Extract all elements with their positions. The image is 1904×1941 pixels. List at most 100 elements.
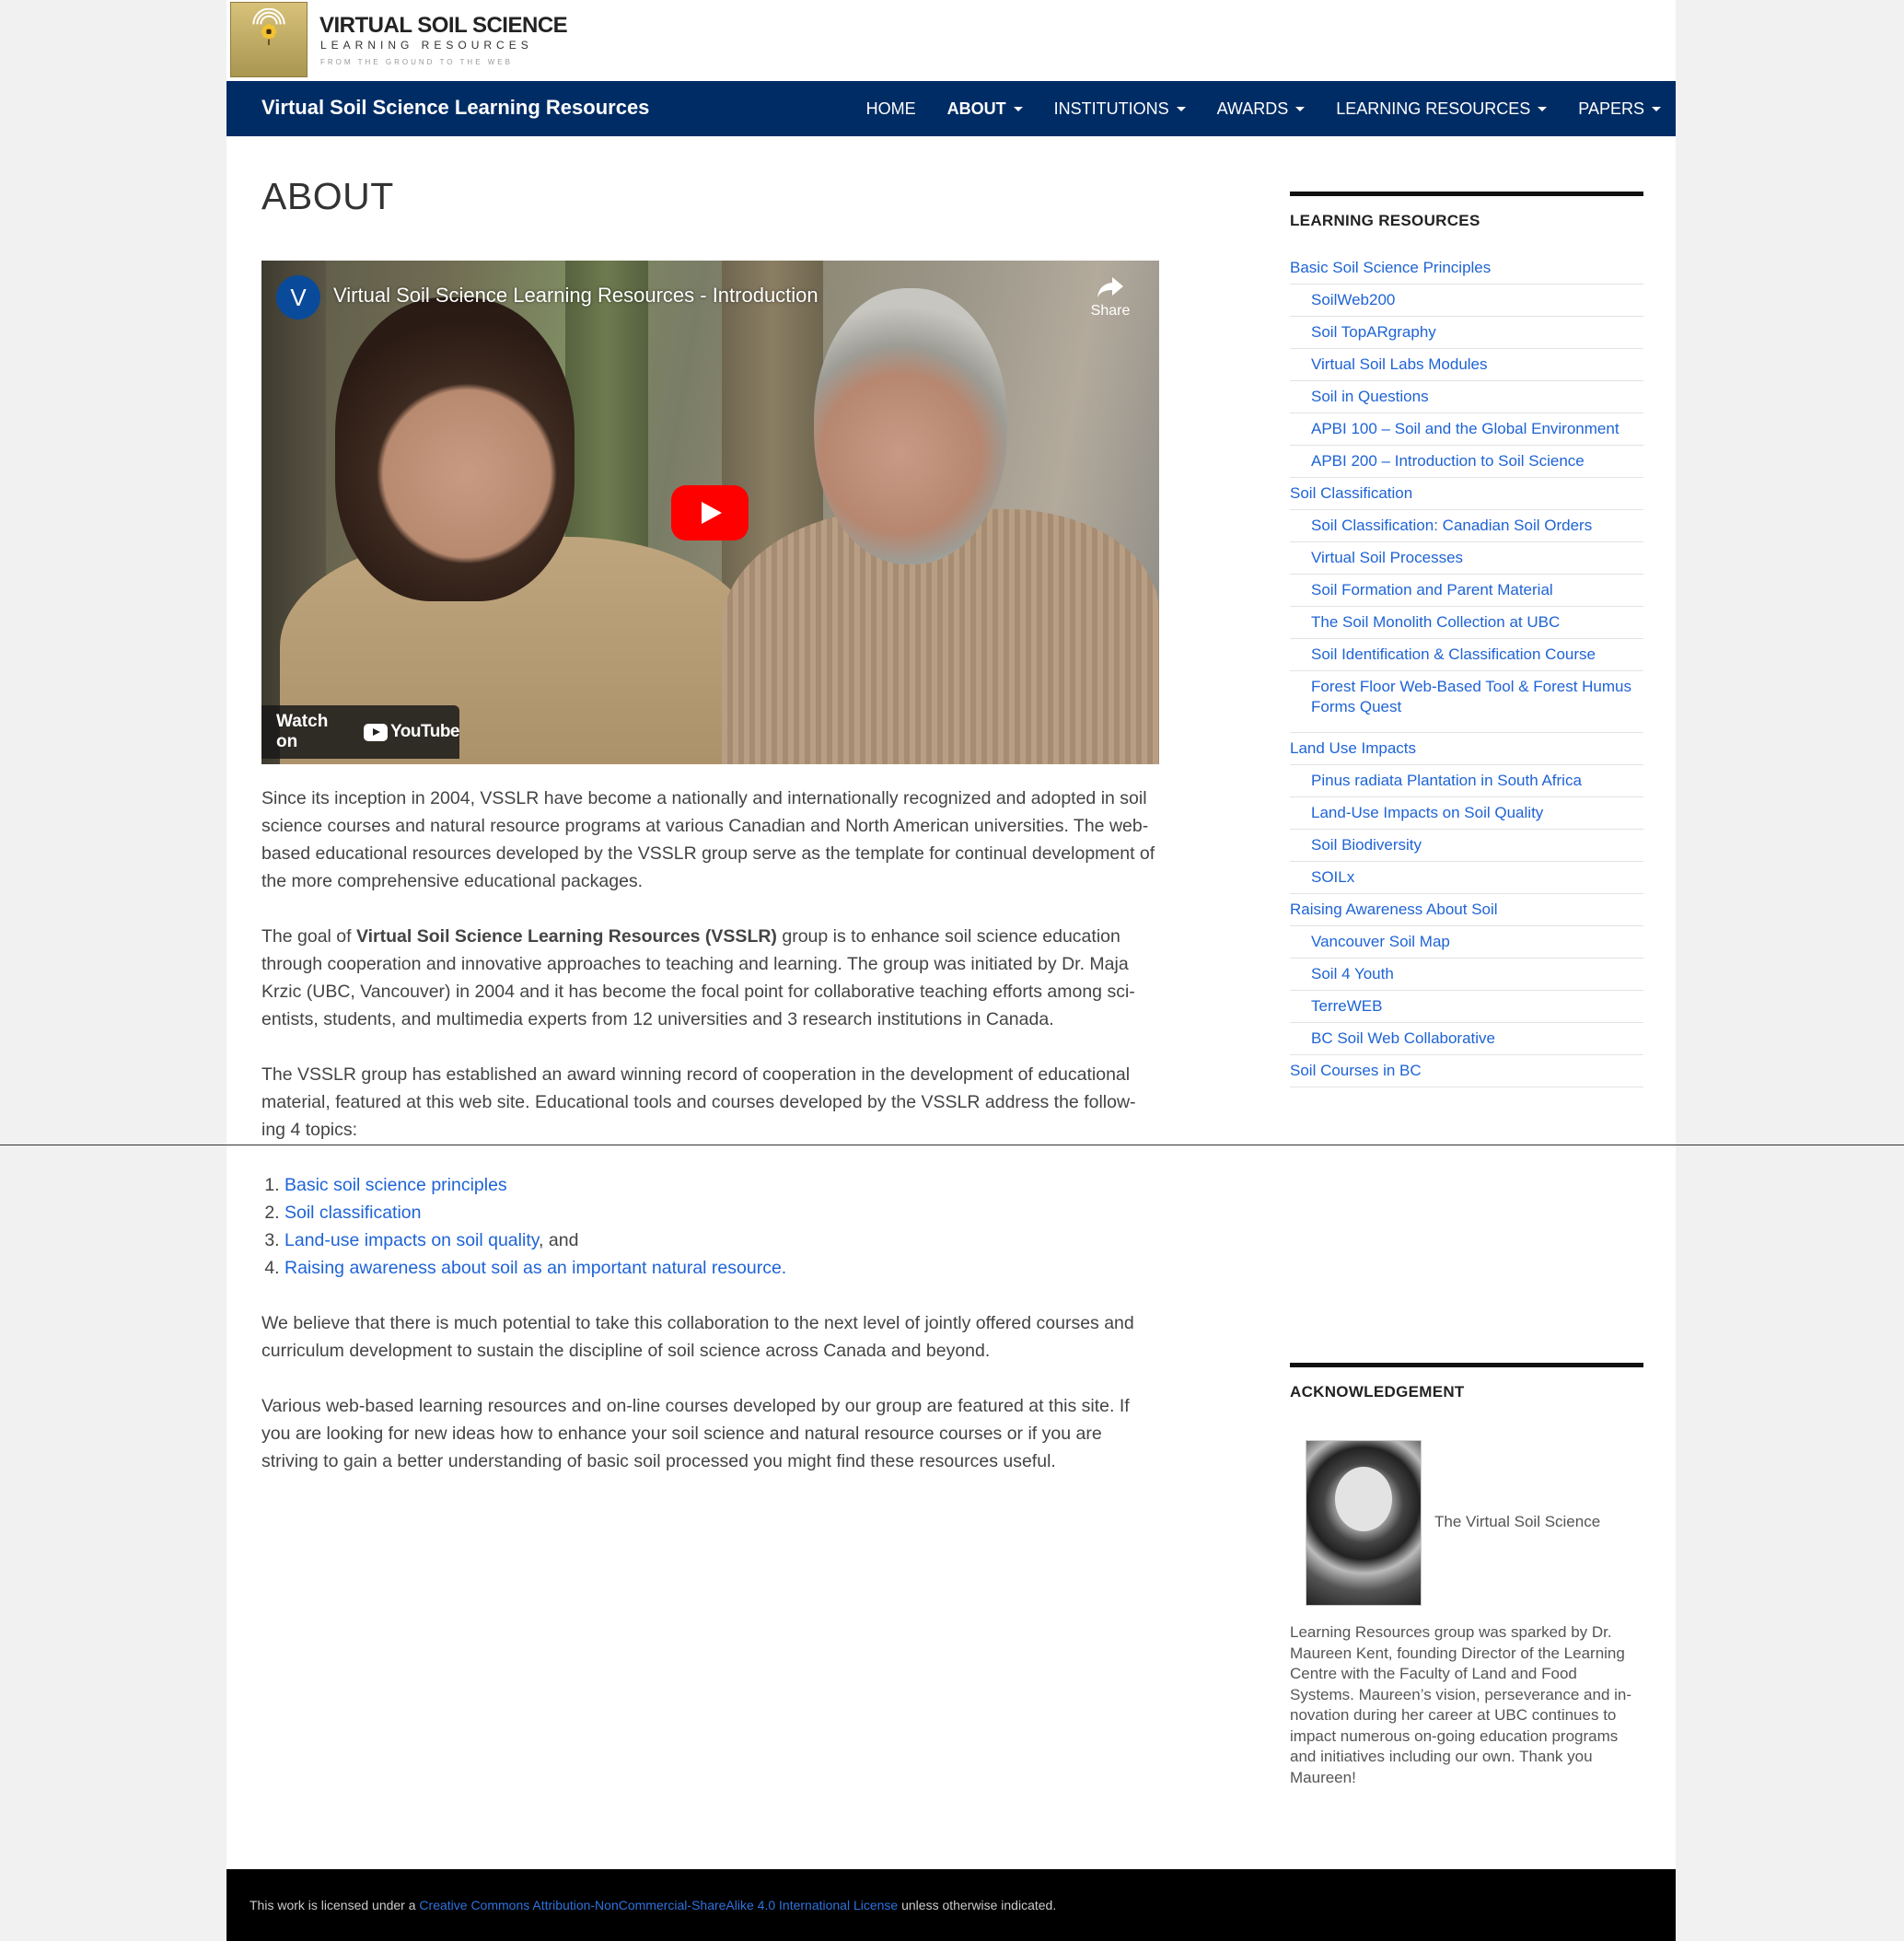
widget-divider xyxy=(1290,192,1643,196)
portrait-face xyxy=(1335,1467,1392,1531)
nav-item-about[interactable]: ABOUT xyxy=(947,99,1023,119)
sidebar-link[interactable]: The Soil Monolith Collection at UBC xyxy=(1290,607,1643,639)
site-footer: This work is licensed under a Creative C… xyxy=(226,1869,1676,1941)
logo-title: VIRTUAL SOIL SCIENCE xyxy=(319,13,568,38)
caret-down-icon xyxy=(1176,106,1186,111)
paragraph: Since its inception in 2004, VSSLR have … xyxy=(261,788,1155,891)
paragraph-text: The goal of xyxy=(261,926,356,947)
video-frame-decor xyxy=(814,288,1007,564)
sidebar-link[interactable]: Soil Biodiversity xyxy=(1290,830,1643,862)
nav-item-label: AWARDS xyxy=(1216,99,1289,118)
nav-item-home[interactable]: HOME xyxy=(866,99,916,119)
watch-label: Watch on xyxy=(276,712,329,751)
footer-text: unless otherwise indicated. xyxy=(898,1898,1057,1912)
page: VIRTUAL SOIL SCIENCE LEARNING RESOURCES … xyxy=(226,0,1676,1941)
sidebar-link[interactable]: SoilWeb200 xyxy=(1290,285,1643,317)
sidebar-learning-resources: LEARNING RESOURCES Basic Soil Science Pr… xyxy=(1290,192,1643,1087)
sidebar-link[interactable]: Soil Courses in BC xyxy=(1290,1055,1643,1087)
sidebar-link[interactable]: Pinus radiata Plantation in South Africa xyxy=(1290,765,1643,797)
nav-item-awards[interactable]: AWARDS xyxy=(1217,99,1306,119)
sidebar-link[interactable]: Forest Floor Web-Based Tool & Forest Hum… xyxy=(1290,671,1643,733)
nav-item-label: PAPERS xyxy=(1578,99,1644,118)
sidebar-link[interactable]: Soil TopARgraphy xyxy=(1290,317,1643,349)
sidebar-link[interactable]: SOILx xyxy=(1290,862,1643,894)
video-title[interactable]: Virtual Soil Science Learning Resources … xyxy=(333,284,818,308)
sidebar-acknowledgement: ACKNOWLEDGEMENT The Virtual Soil Science… xyxy=(1290,1363,1643,1786)
sidebar-link[interactable]: BC Soil Web Collaborative xyxy=(1290,1023,1643,1055)
widget-title: ACKNOWLEDGEMENT xyxy=(1290,1383,1465,1401)
nav-item-label: LEARNING RESOURCES xyxy=(1336,99,1531,118)
vsslr-name: Virtual Soil Science Learning Resources … xyxy=(355,926,777,947)
widget-divider xyxy=(1290,1363,1643,1367)
sidebar-link[interactable]: Raising Awareness About Soil xyxy=(1290,894,1643,926)
logo-subtitle: LEARNING RESOURCES xyxy=(320,39,533,52)
paragraph: Various web-based learning resources and… xyxy=(261,1396,1130,1471)
ack-text: Learning Resources group was sparked by … xyxy=(1290,1623,1632,1786)
sidebar-link[interactable]: Land Use Impacts xyxy=(1290,733,1643,765)
ack-lead-text: The Virtual Soil Science xyxy=(1434,1513,1601,1530)
widget-title: LEARNING RESOURCES xyxy=(1290,212,1480,229)
sidebar-link[interactable]: Soil Formation and Parent Material xyxy=(1290,575,1643,607)
navbar-brand[interactable]: Virtual Soil Science Learning Resources xyxy=(261,96,649,120)
paragraph: The goal of Virtual Soil Science Learnin… xyxy=(261,923,1159,1033)
sidebar-link[interactable]: TerreWEB xyxy=(1290,991,1643,1023)
main-navbar: Virtual Soil Science Learning Resources … xyxy=(226,81,1676,136)
topics-list: Basic soil science principles Soil class… xyxy=(261,1171,1159,1282)
share-button[interactable]: Share xyxy=(1087,277,1133,320)
list-item: Basic soil science principles xyxy=(284,1171,1159,1199)
logo-flower-icon xyxy=(252,8,285,45)
sidebar-link[interactable]: APBI 200 – Introduction to Soil Science xyxy=(1290,446,1643,478)
nav-menu: HOME ABOUT INSTITUTIONS AWARDS LEARNING … xyxy=(835,81,1661,136)
video-embed[interactable]: V Virtual Soil Science Learning Resource… xyxy=(261,261,1159,764)
topic-link[interactable]: Basic soil science principles xyxy=(284,1175,507,1195)
footer-text: This work is licensed under a xyxy=(250,1898,420,1912)
sidebar-link[interactable]: APBI 100 – Soil and the Global Environme… xyxy=(1290,413,1643,446)
caret-down-icon xyxy=(1652,106,1661,111)
logo-tagline: FROM THE GROUND TO THE WEB xyxy=(320,58,513,66)
youtube-play-icon xyxy=(364,723,389,741)
paragraph: We believe that there is much potential … xyxy=(261,1313,1134,1361)
main-content: ABOUT V Virtual Soil Science Learning Re… xyxy=(261,175,1159,1471)
youtube-label: YouTube xyxy=(390,722,459,741)
play-button[interactable] xyxy=(671,485,749,540)
sidebar-link[interactable]: Soil in Questions xyxy=(1290,381,1643,413)
watch-on-youtube-button[interactable]: Watch on YouTube xyxy=(261,705,459,759)
list-item: Raising awareness about soil as an impor… xyxy=(284,1254,1159,1282)
caret-down-icon xyxy=(1538,106,1548,111)
share-label: Share xyxy=(1090,303,1131,319)
sidebar-link[interactable]: Soil Identification & Classification Cou… xyxy=(1290,639,1643,671)
site-header: VIRTUAL SOIL SCIENCE LEARNING RESOURCES … xyxy=(226,0,1676,81)
topic-link[interactable]: Land-use impacts on soil quality xyxy=(284,1230,539,1250)
license-link[interactable]: Creative Commons Attribution-NonCommerci… xyxy=(419,1898,898,1912)
paragraph: The VSSLR group has established an award… xyxy=(261,1064,1136,1140)
nav-item-label: HOME xyxy=(865,99,916,118)
sidebar-link[interactable]: Soil Classification: Canadian Soil Order… xyxy=(1290,510,1643,542)
portrait-photo xyxy=(1306,1440,1422,1606)
share-icon xyxy=(1097,277,1123,297)
nav-item-papers[interactable]: PAPERS xyxy=(1578,99,1661,119)
list-item: Soil classification xyxy=(284,1199,1159,1226)
page-title: ABOUT xyxy=(261,175,394,217)
caret-down-icon xyxy=(1013,106,1023,111)
about-text: Since its inception in 2004, VSSLR have … xyxy=(261,785,1159,1503)
sidebar-link[interactable]: Land-Use Impacts on Soil Quality xyxy=(1290,797,1643,830)
sidebar-link[interactable]: Soil 4 Youth xyxy=(1290,959,1643,991)
list-item: Land-use impacts on soil quality, and xyxy=(284,1226,1159,1254)
sidebar-link[interactable]: Virtual Soil Processes xyxy=(1290,542,1643,575)
topic-link[interactable]: Soil classification xyxy=(284,1203,421,1223)
nav-item-label: ABOUT xyxy=(946,99,1006,118)
topic-link[interactable]: Raising awareness about soil as an impor… xyxy=(284,1258,786,1278)
sidebar-link[interactable]: Basic Soil Science Principles xyxy=(1290,252,1643,285)
site-logo[interactable] xyxy=(230,2,308,77)
nav-item-institutions[interactable]: INSTITUTIONS xyxy=(1054,99,1186,119)
sidebar-link[interactable]: Virtual Soil Labs Modules xyxy=(1290,349,1643,381)
topic-suffix: , and xyxy=(539,1230,579,1250)
caret-down-icon xyxy=(1295,106,1306,111)
resources-list: Basic Soil Science Principles SoilWeb200… xyxy=(1290,252,1643,1087)
nav-item-label: INSTITUTIONS xyxy=(1053,99,1169,118)
channel-avatar[interactable]: V xyxy=(276,275,320,320)
sidebar-link[interactable]: Vancouver Soil Map xyxy=(1290,926,1643,959)
sidebar-link[interactable]: Soil Classification xyxy=(1290,478,1643,510)
nav-item-learning-resources[interactable]: LEARNING RESOURCES xyxy=(1336,99,1548,119)
video-frame-decor xyxy=(335,297,575,601)
